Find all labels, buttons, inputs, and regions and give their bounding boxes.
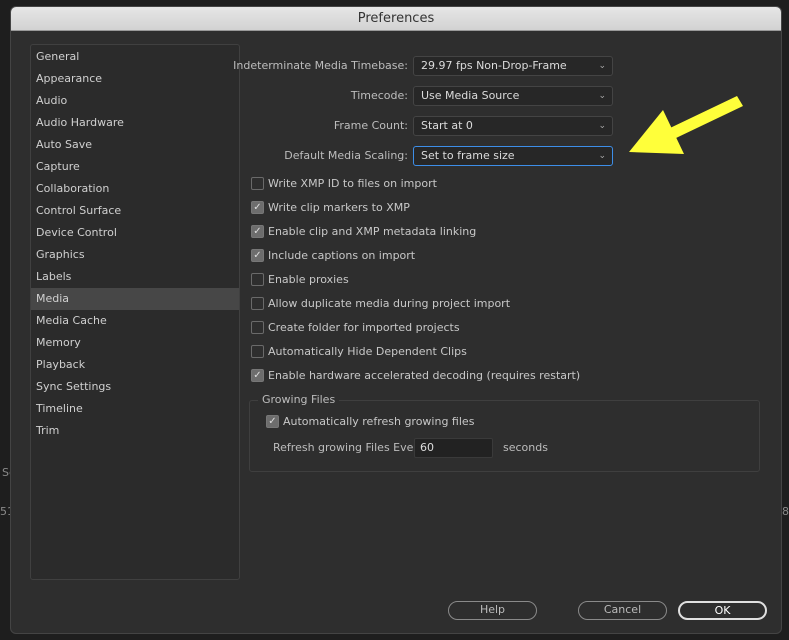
annotation-arrow-icon bbox=[629, 96, 743, 154]
arrow-shaft bbox=[670, 96, 743, 138]
